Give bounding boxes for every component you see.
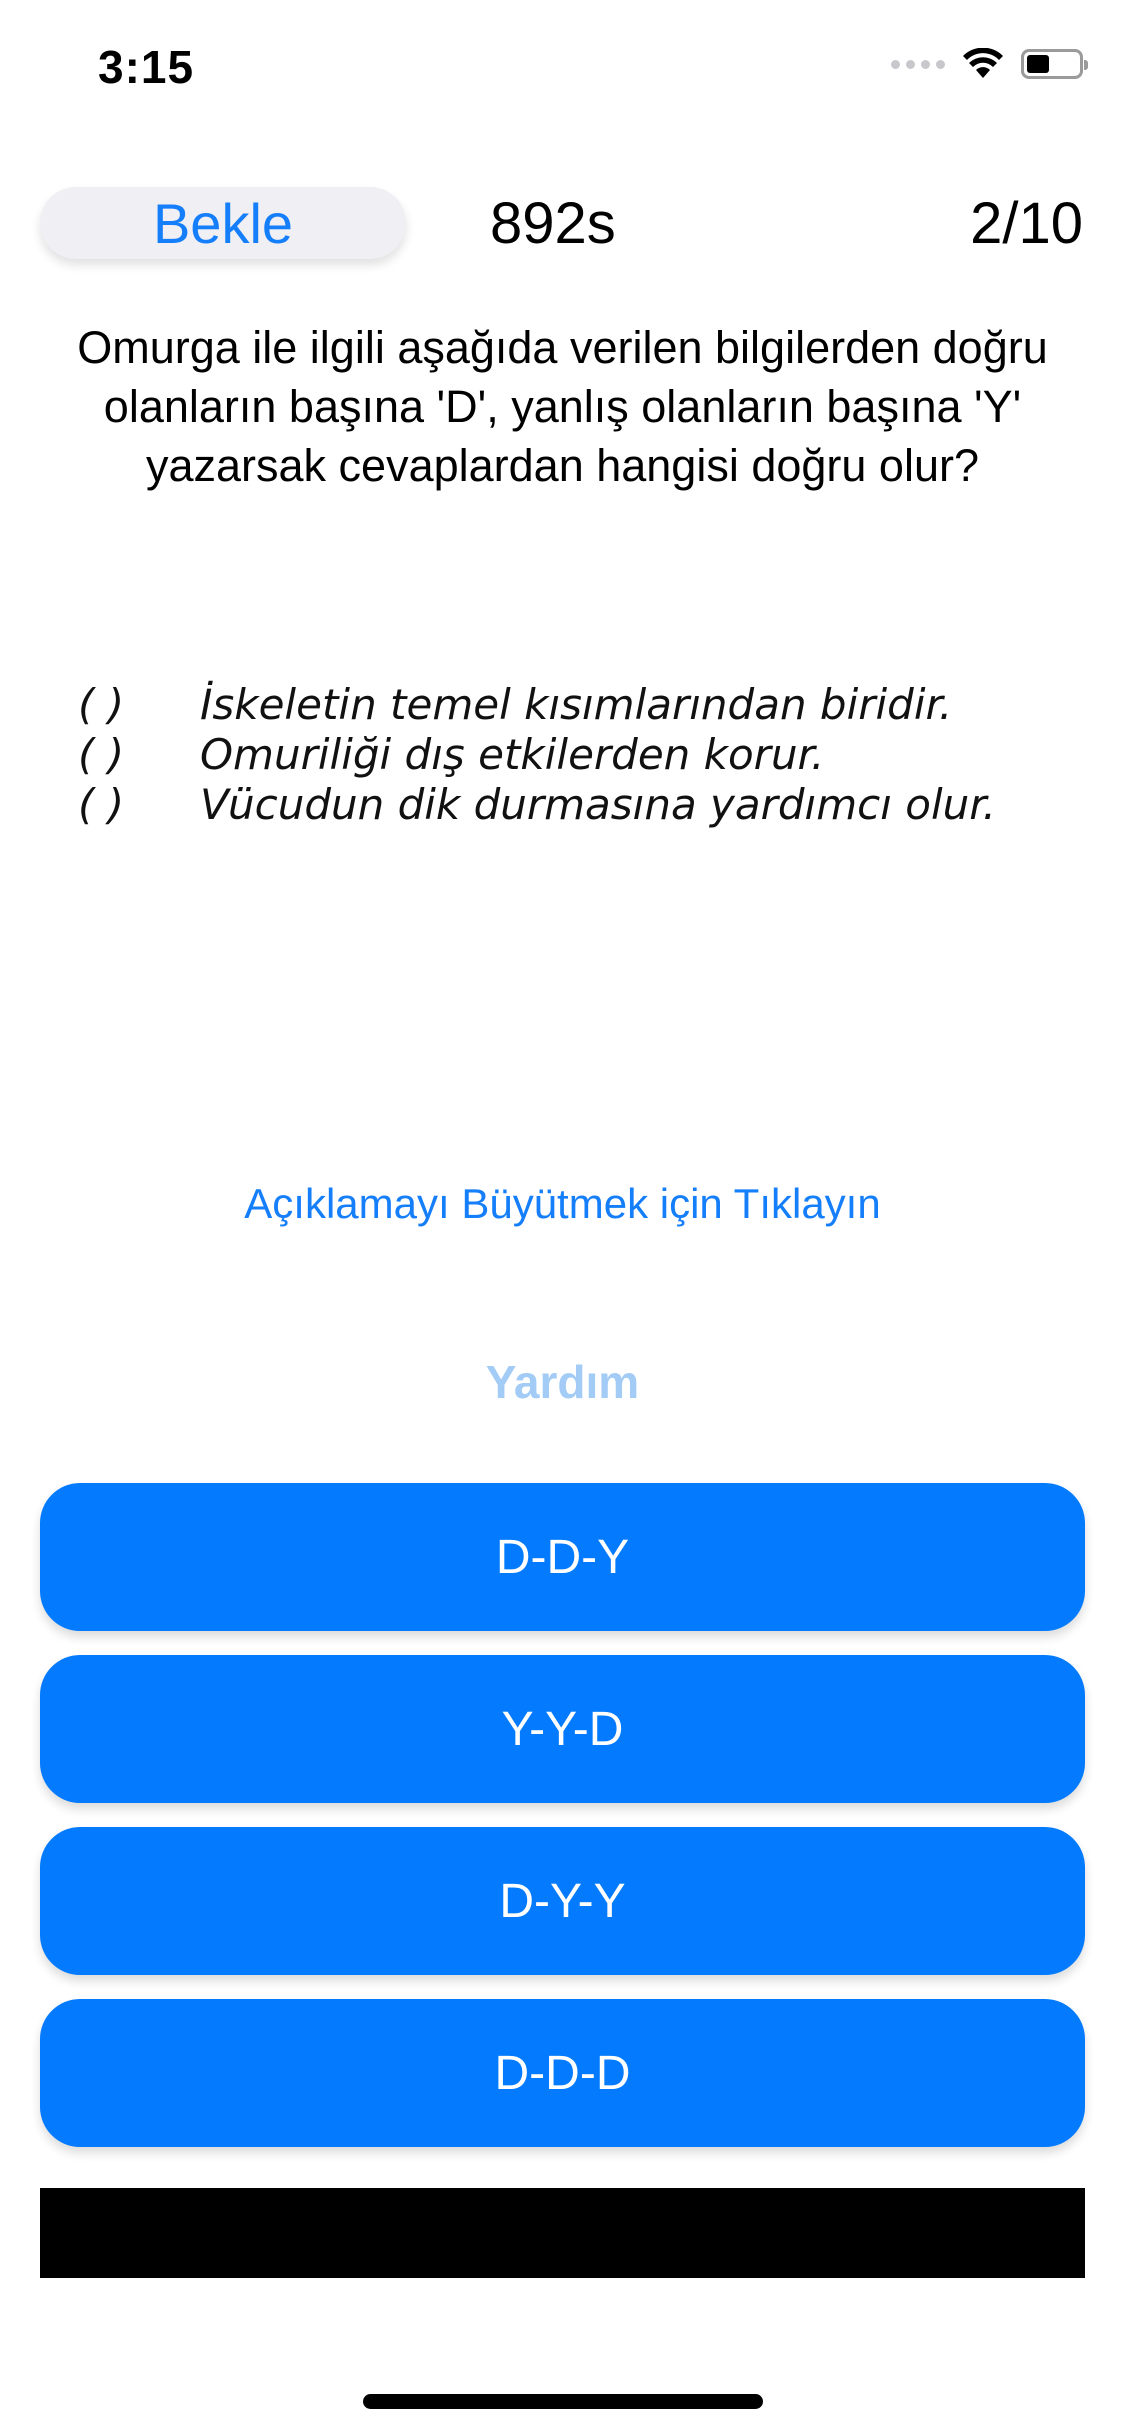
ad-banner[interactable] [40,2188,1085,2278]
statement-text: İskeletin temel kısımlarından biridir. [200,680,953,729]
question-progress: 2/10 [970,191,1083,256]
statement-text: Omuriliği dış etkilerden korur. [200,730,825,779]
answer-button-d[interactable]: D-D-D [40,1999,1085,2147]
help-button[interactable]: Yardım [0,1355,1125,1409]
expand-explanation-link[interactable]: Açıklamayı Büyütmek için Tıklayın [0,1180,1125,1228]
statement-blank: ( ) [78,780,125,829]
answer-button-a[interactable]: D-D-Y [40,1483,1085,1631]
question-statements: ( ) İskeletin temel kısımlarından biridi… [78,680,1068,830]
status-time: 3:15 [98,41,195,93]
status-icons [891,48,1088,80]
answer-list: D-D-Y Y-Y-D D-Y-Y D-D-D [40,1483,1085,2147]
statement-blank: ( ) [78,730,125,779]
statement-row: ( ) İskeletin temel kısımlarından biridi… [78,680,1068,730]
statement-blank: ( ) [78,680,125,729]
wifi-icon [963,48,1003,78]
answer-button-b[interactable]: Y-Y-D [40,1655,1085,1803]
statement-row: ( ) Vücudun dik durmasına yardımcı olur. [78,780,1068,830]
battery-icon [1021,49,1088,79]
answer-button-c[interactable]: D-Y-Y [40,1827,1085,1975]
signal-icon [891,59,945,69]
home-indicator[interactable] [363,2394,763,2409]
statement-row: ( ) Omuriliği dış etkilerden korur. [78,730,1068,780]
wait-button[interactable]: Bekle [40,187,406,259]
timer-text: 892s [490,191,616,256]
statement-text: Vücudun dik durmasına yardımcı olur. [200,780,996,829]
question-text: Omurga ile ilgili aşağıda verilen bilgil… [77,322,1048,491]
